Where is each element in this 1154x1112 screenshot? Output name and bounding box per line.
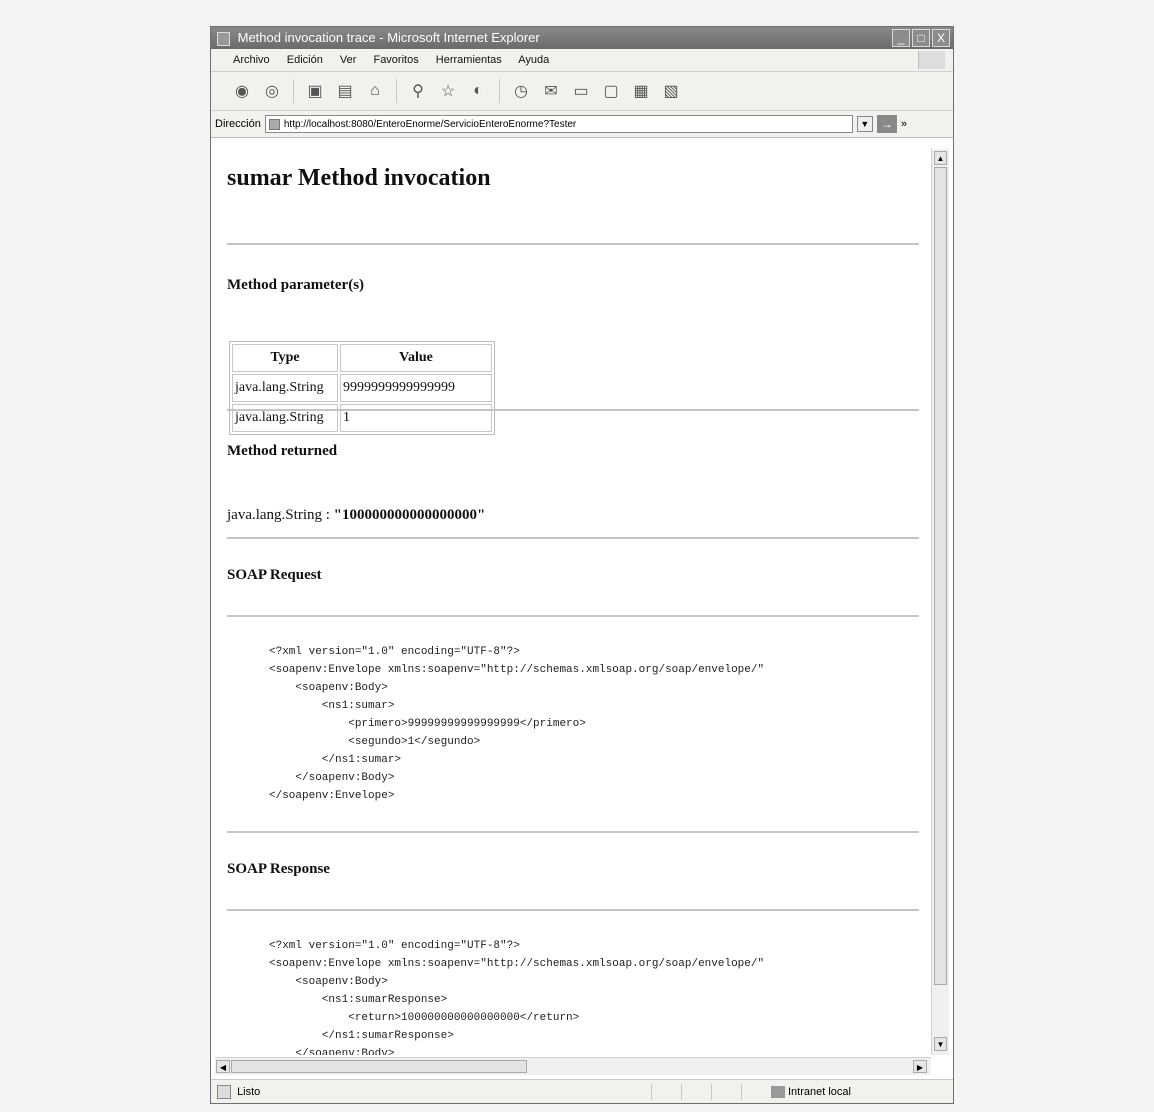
toolbar-separator xyxy=(293,79,294,103)
stop-icon[interactable]: ▣ xyxy=(306,81,324,101)
window-controls: _ □ X xyxy=(892,29,950,47)
divider xyxy=(227,615,919,617)
home-icon[interactable]: ⌂ xyxy=(366,82,384,100)
status-bar: Listo Intranet local xyxy=(211,1079,953,1103)
toolbar: ◉ ◎ ▣ ▤ ⌂ ⚲ ☆ ◐ ◷ ✉ ▭ ▢ ▦ ▧ xyxy=(211,72,953,111)
soap-request-xml: <?xml version="1.0" encoding="UTF-8"?> <… xyxy=(269,646,765,802)
toolbar-separator xyxy=(396,79,397,103)
address-input[interactable]: http://localhost:8080/EnteroEnorme/Servi… xyxy=(264,115,853,133)
menu-ayuda[interactable]: Ayuda xyxy=(518,54,549,66)
divider xyxy=(227,909,919,911)
status-text: Listo xyxy=(237,1086,261,1098)
menu-ver[interactable]: Ver xyxy=(340,54,357,66)
security-zone[interactable]: Intranet local xyxy=(771,1080,851,1104)
scroll-right-icon[interactable]: ▶ xyxy=(913,1060,927,1073)
params-table: Type Value java.lang.String 999999999999… xyxy=(229,341,495,435)
close-button[interactable]: X xyxy=(932,29,950,47)
page-title: sumar Method invocation xyxy=(227,165,491,191)
menu-bar: Archivo Edición Ver Favoritos Herramient… xyxy=(211,49,953,72)
vertical-scrollbar[interactable]: ▲ ▼ xyxy=(931,149,949,1055)
divider xyxy=(227,409,919,411)
toolbar-separator xyxy=(499,79,500,103)
discuss-icon[interactable]: ▦ xyxy=(632,81,650,101)
soap-request-heading: SOAP Request xyxy=(227,567,322,583)
menu-favoritos[interactable]: Favoritos xyxy=(373,54,418,66)
address-dropdown-icon[interactable]: ▼ xyxy=(856,116,873,132)
divider xyxy=(227,537,919,539)
links-chevron[interactable]: » xyxy=(901,118,907,130)
horizontal-scrollbar[interactable]: ◀ ▶ xyxy=(215,1057,931,1075)
scroll-up-icon[interactable]: ▲ xyxy=(934,151,947,165)
go-button[interactable]: → xyxy=(876,115,897,133)
forward-icon[interactable]: ◎ xyxy=(263,81,281,101)
title-bar: Method invocation trace - Microsoft Inte… xyxy=(211,27,953,49)
favorites-icon[interactable]: ☆ xyxy=(439,81,457,101)
address-bar: Dirección http://localhost:8080/EnteroEn… xyxy=(211,111,953,138)
returned-value: "100000000000000000" xyxy=(333,507,486,523)
table-row: java.lang.String 9999999999999999 xyxy=(232,374,492,402)
back-icon[interactable]: ◉ xyxy=(233,81,251,101)
messenger-icon[interactable]: ▧ xyxy=(662,81,680,101)
menu-herramientas[interactable]: Herramientas xyxy=(436,54,502,66)
scroll-down-icon[interactable]: ▼ xyxy=(934,1037,947,1051)
print-icon[interactable]: ▭ xyxy=(572,81,590,101)
edit-icon[interactable]: ▢ xyxy=(602,81,620,101)
search-icon[interactable]: ⚲ xyxy=(409,81,427,101)
browser-window: Method invocation trace - Microsoft Inte… xyxy=(210,26,954,1104)
horizontal-scroll-thumb[interactable] xyxy=(231,1060,527,1073)
media-icon[interactable]: ◐ xyxy=(469,82,487,100)
windows-logo-icon xyxy=(918,51,945,69)
zone-label: Intranet local xyxy=(788,1086,851,1098)
divider xyxy=(227,243,919,245)
column-header-value: Value xyxy=(340,344,492,372)
param-value: 9999999999999999 xyxy=(340,374,492,402)
address-url: http://localhost:8080/EnteroEnorme/Servi… xyxy=(283,119,577,130)
param-type: java.lang.String xyxy=(232,374,338,402)
vertical-scroll-thumb[interactable] xyxy=(934,167,947,985)
page-icon xyxy=(268,119,280,130)
menu-edicion[interactable]: Edición xyxy=(287,54,323,66)
divider xyxy=(227,831,919,833)
returned-value-line: java.lang.String : "100000000000000000" xyxy=(227,507,485,524)
status-divider xyxy=(651,1084,652,1100)
page-done-icon xyxy=(217,1085,231,1100)
soap-response-xml: <?xml version="1.0" encoding="UTF-8"?> <… xyxy=(269,940,765,1055)
returned-type: java.lang.String : xyxy=(227,507,334,523)
ie-icon xyxy=(217,31,230,46)
page-content: sumar Method invocation Method parameter… xyxy=(215,147,931,1055)
status-divider xyxy=(741,1084,742,1100)
table-header: Type Value xyxy=(232,344,492,372)
mail-icon[interactable]: ✉ xyxy=(542,81,560,101)
column-header-type: Type xyxy=(232,344,338,372)
minimize-button[interactable]: _ xyxy=(892,29,910,47)
address-label: Dirección xyxy=(215,118,261,130)
refresh-icon[interactable]: ▤ xyxy=(336,81,354,101)
soap-response-heading: SOAP Response xyxy=(227,861,330,877)
menu-archivo[interactable]: Archivo xyxy=(233,54,270,66)
maximize-button[interactable]: □ xyxy=(912,29,930,47)
status-divider xyxy=(711,1084,712,1100)
returned-heading: Method returned xyxy=(227,443,338,459)
scroll-left-icon[interactable]: ◀ xyxy=(216,1060,230,1073)
window-title: Method invocation trace - Microsoft Inte… xyxy=(237,30,540,45)
intranet-icon xyxy=(771,1086,785,1099)
status-divider xyxy=(681,1084,682,1100)
history-icon[interactable]: ◷ xyxy=(512,81,530,101)
params-heading: Method parameter(s) xyxy=(227,277,365,293)
